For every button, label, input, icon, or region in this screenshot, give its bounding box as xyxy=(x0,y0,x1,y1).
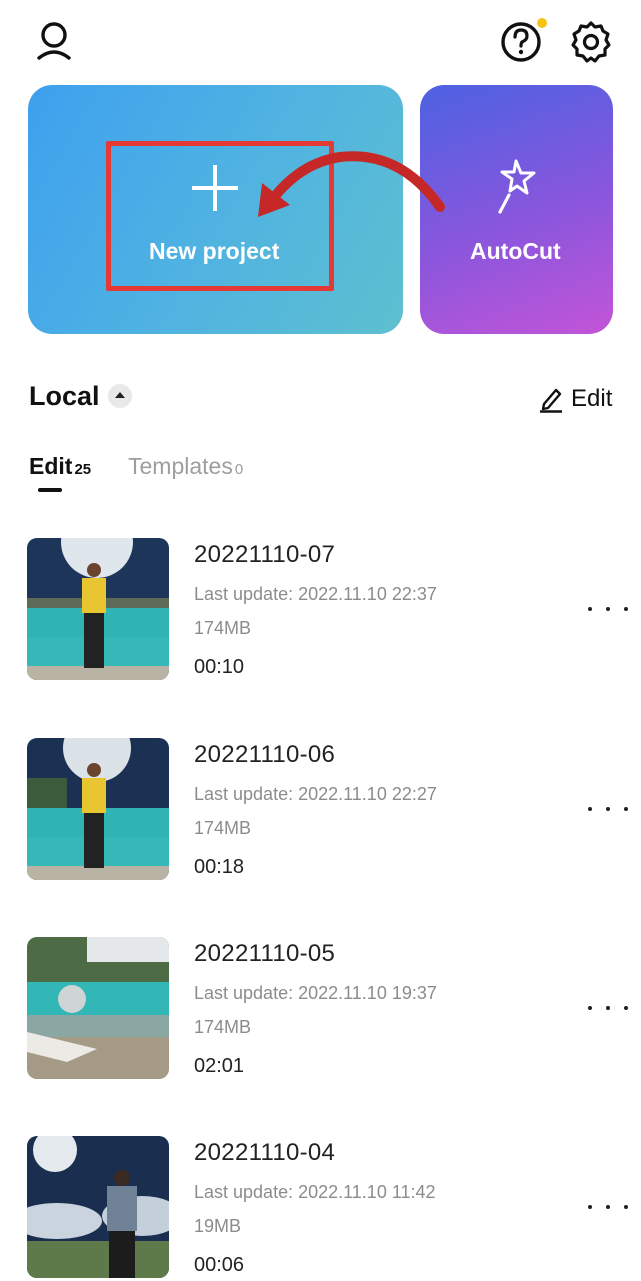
tab-templates-count: 0 xyxy=(234,461,244,478)
annotation-arrow xyxy=(258,151,445,217)
tab-templates-label: Templates xyxy=(128,453,233,479)
project-size: 174MB xyxy=(194,818,252,838)
tab-edit-label: Edit xyxy=(29,453,73,479)
project-item[interactable]: 20221110-05 Last update: 2022.11.10 19:3… xyxy=(0,937,641,1082)
pencil-icon xyxy=(540,388,562,413)
top-bar xyxy=(0,0,641,84)
tab-edit-count: 25 xyxy=(74,461,92,478)
project-name: 20221110-06 xyxy=(194,741,336,768)
project-item[interactable]: 20221110-04 Last update: 2022.11.10 11:4… xyxy=(0,1136,641,1281)
project-thumbnail xyxy=(27,738,169,880)
project-item[interactable]: 20221110-07 Last update: 2022.11.10 22:3… xyxy=(0,538,641,683)
more-options-icon[interactable] xyxy=(588,803,628,815)
project-last-update: Last update: 2022.11.10 22:37 xyxy=(194,584,437,604)
project-item[interactable]: 20221110-06 Last update: 2022.11.10 22:2… xyxy=(0,738,641,883)
notification-dot xyxy=(537,18,547,28)
project-size: 174MB xyxy=(194,618,252,638)
edit-label: Edit xyxy=(571,385,613,412)
edit-button[interactable]: Edit xyxy=(538,384,612,414)
project-size: 174MB xyxy=(194,1017,252,1037)
project-thumbnail xyxy=(27,937,169,1079)
more-options-icon[interactable] xyxy=(588,1002,628,1014)
project-name: 20221110-04 xyxy=(194,1139,336,1166)
magic-wand-icon xyxy=(498,159,536,214)
project-last-update: Last update: 2022.11.10 22:27 xyxy=(194,784,437,804)
autocut-label: AutoCut xyxy=(470,238,561,264)
more-options-icon[interactable] xyxy=(588,1201,628,1213)
collapse-toggle-button[interactable] xyxy=(108,384,132,408)
section-title: Local xyxy=(29,381,100,411)
project-thumbnail xyxy=(27,1136,169,1278)
project-name: 20221110-07 xyxy=(194,541,336,568)
project-duration: 02:01 xyxy=(194,1055,245,1077)
gear-icon[interactable] xyxy=(568,19,614,65)
tab-edit[interactable]: Edit 25 xyxy=(29,453,91,480)
project-name: 20221110-05 xyxy=(194,940,336,967)
project-thumbnail xyxy=(27,538,169,680)
project-duration: 00:06 xyxy=(194,1254,245,1276)
project-duration: 00:10 xyxy=(194,656,245,678)
more-options-icon[interactable] xyxy=(588,603,628,615)
project-last-update: Last update: 2022.11.10 11:42 xyxy=(194,1182,436,1202)
tab-templates[interactable]: Templates 0 xyxy=(128,453,243,480)
project-last-update: Last update: 2022.11.10 19:37 xyxy=(194,983,437,1003)
project-size: 19MB xyxy=(194,1216,242,1236)
user-icon[interactable] xyxy=(34,20,74,62)
project-duration: 00:18 xyxy=(194,856,245,878)
active-tab-indicator xyxy=(38,488,62,492)
